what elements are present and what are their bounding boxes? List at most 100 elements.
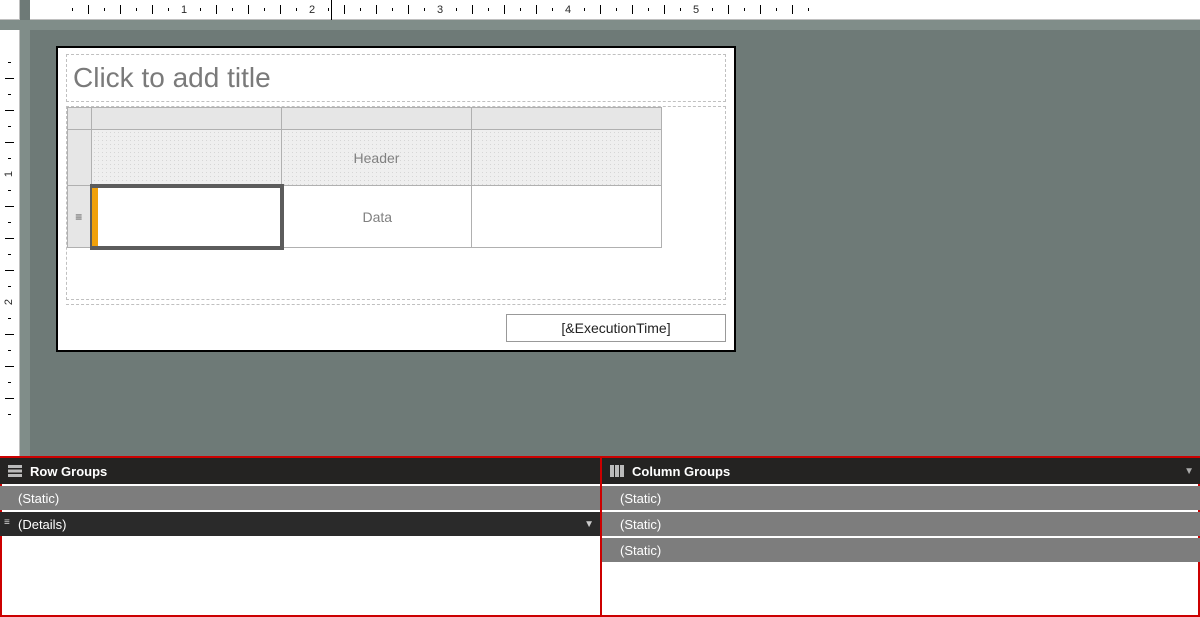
group-item-label: (Static) bbox=[620, 491, 661, 506]
row-group-item-details[interactable]: ≡ (Details) ▼ bbox=[0, 512, 600, 536]
ruler-v-tick bbox=[8, 382, 11, 383]
report-footer[interactable]: [&ExecutionTime] bbox=[66, 304, 726, 342]
tablix-row-handle-detail[interactable]: ≡ bbox=[68, 186, 92, 248]
horizontal-ruler[interactable]: 12345 bbox=[30, 0, 1200, 20]
ruler-h-major: 1 bbox=[178, 0, 190, 19]
group-item-label: (Static) bbox=[620, 543, 661, 558]
ruler-v-tick bbox=[8, 318, 11, 319]
row-groups-panel: Row Groups (Static) ≡ (Details) ▼ bbox=[0, 458, 600, 617]
column-group-item-static[interactable]: (Static) bbox=[602, 538, 1200, 562]
ruler-h-tick bbox=[216, 5, 217, 14]
ruler-v-tick bbox=[5, 270, 14, 271]
ruler-v-tick bbox=[8, 286, 11, 287]
ruler-gap-vertical bbox=[20, 20, 30, 456]
tablix-col-handle-3[interactable] bbox=[472, 108, 662, 130]
ruler-v-tick bbox=[8, 254, 11, 255]
ruler-h-tick bbox=[744, 8, 745, 11]
ruler-h-tick bbox=[88, 5, 89, 14]
ruler-gap-horizontal bbox=[0, 20, 1200, 30]
ruler-h-tick bbox=[680, 8, 681, 11]
ruler-v-tick bbox=[8, 190, 11, 191]
ruler-h-tick bbox=[72, 8, 73, 11]
ruler-corner bbox=[0, 0, 20, 20]
column-groups-title: Column Groups bbox=[632, 464, 730, 479]
ruler-v-major: 2 bbox=[0, 296, 19, 308]
tablix-data-row: ≡ Data bbox=[68, 186, 662, 248]
ruler-h-tick bbox=[520, 8, 521, 11]
execution-time-textbox[interactable]: [&ExecutionTime] bbox=[506, 314, 726, 342]
ruler-h-tick bbox=[552, 8, 553, 11]
ruler-h-major: 2 bbox=[306, 0, 318, 19]
ruler-v-tick bbox=[8, 158, 11, 159]
report-designer-window: 12345 12 Click to add title bbox=[0, 0, 1200, 617]
column-group-item-static[interactable]: (Static) bbox=[602, 512, 1200, 536]
ruler-h-tick bbox=[536, 5, 537, 14]
report-page[interactable]: Click to add title Header bbox=[56, 46, 736, 352]
ruler-h-tick bbox=[392, 8, 393, 11]
ruler-v-tick bbox=[5, 334, 14, 335]
tablix-row-handle-header[interactable] bbox=[68, 130, 92, 186]
ruler-h-major: 4 bbox=[562, 0, 574, 19]
canvas-area[interactable]: Click to add title Header bbox=[30, 30, 1200, 456]
ruler-v-tick bbox=[5, 398, 14, 399]
group-item-label: (Details) bbox=[18, 517, 66, 532]
ruler-h-tick bbox=[360, 8, 361, 11]
ruler-h-tick bbox=[584, 8, 585, 11]
ruler-v-tick bbox=[5, 366, 14, 367]
ruler-v-tick bbox=[5, 238, 14, 239]
ruler-h-tick bbox=[776, 8, 777, 11]
ruler-h-tick bbox=[408, 5, 409, 14]
ruler-h-tick bbox=[280, 5, 281, 14]
grouping-pane: Row Groups (Static) ≡ (Details) ▼ Column Gr… bbox=[0, 456, 1200, 617]
column-groups-list[interactable]: (Static) (Static) (Static) bbox=[602, 484, 1200, 617]
row-group-item-static[interactable]: (Static) bbox=[0, 486, 600, 510]
report-body[interactable]: Header ≡ Data bbox=[66, 106, 726, 300]
tablix-col-handle-1[interactable] bbox=[92, 108, 282, 130]
row-groups-header[interactable]: Row Groups bbox=[0, 458, 600, 484]
ruler-h-tick bbox=[152, 5, 153, 14]
ruler-h-tick bbox=[120, 5, 121, 14]
ruler-v-tick bbox=[8, 350, 11, 351]
group-item-label: (Static) bbox=[18, 491, 59, 506]
ruler-h-tick bbox=[632, 5, 633, 14]
report-title-textbox[interactable]: Click to add title bbox=[66, 54, 726, 102]
ruler-h-tick bbox=[232, 8, 233, 11]
ruler-v-tick bbox=[5, 78, 14, 79]
ruler-h-tick bbox=[616, 8, 617, 11]
ruler-h-tick bbox=[296, 8, 297, 11]
ruler-h-tick bbox=[264, 8, 265, 11]
tablix-header-cell-1[interactable] bbox=[92, 130, 282, 186]
tablix-corner-handle[interactable] bbox=[68, 108, 92, 130]
title-placeholder-text: Click to add title bbox=[73, 62, 271, 94]
group-item-menu-icon[interactable]: ▼ bbox=[584, 519, 594, 530]
tablix-col-handle-2[interactable] bbox=[282, 108, 472, 130]
group-item-label: (Static) bbox=[620, 517, 661, 532]
ruler-v-tick bbox=[5, 142, 14, 143]
tablix-data-cell-3[interactable] bbox=[472, 186, 662, 248]
vertical-ruler[interactable]: 12 bbox=[0, 20, 20, 456]
tablix[interactable]: Header ≡ Data bbox=[67, 107, 662, 250]
ruler-v-tick bbox=[8, 222, 11, 223]
ruler-h-tick bbox=[760, 5, 761, 14]
tablix-header-cell-3[interactable] bbox=[472, 130, 662, 186]
tablix-data-cell-1-selected[interactable] bbox=[92, 186, 282, 248]
ruler-v-tick bbox=[5, 206, 14, 207]
details-handle-icon: ≡ bbox=[4, 518, 10, 528]
column-group-item-static[interactable]: (Static) bbox=[602, 486, 1200, 510]
column-groups-menu-icon[interactable]: ▼ bbox=[1184, 466, 1194, 477]
column-groups-icon bbox=[610, 465, 624, 477]
ruler-h-tick bbox=[104, 8, 105, 11]
ruler-h-tick bbox=[648, 8, 649, 11]
tablix-header-cell-2[interactable]: Header bbox=[282, 130, 472, 186]
ruler-h-tick bbox=[168, 8, 169, 11]
row-groups-list[interactable]: (Static) ≡ (Details) ▼ bbox=[0, 484, 600, 617]
ruler-h-tick bbox=[728, 5, 729, 14]
ruler-h-tick bbox=[488, 8, 489, 11]
tablix-data-cell-2[interactable]: Data bbox=[282, 186, 472, 248]
ruler-h-caret bbox=[331, 0, 332, 20]
ruler-h-tick bbox=[248, 5, 249, 14]
column-groups-header[interactable]: Column Groups ▼ bbox=[602, 458, 1200, 484]
ruler-h-tick bbox=[504, 5, 505, 14]
ruler-h-tick bbox=[424, 8, 425, 11]
design-surface: 12345 12 Click to add title bbox=[0, 0, 1200, 456]
